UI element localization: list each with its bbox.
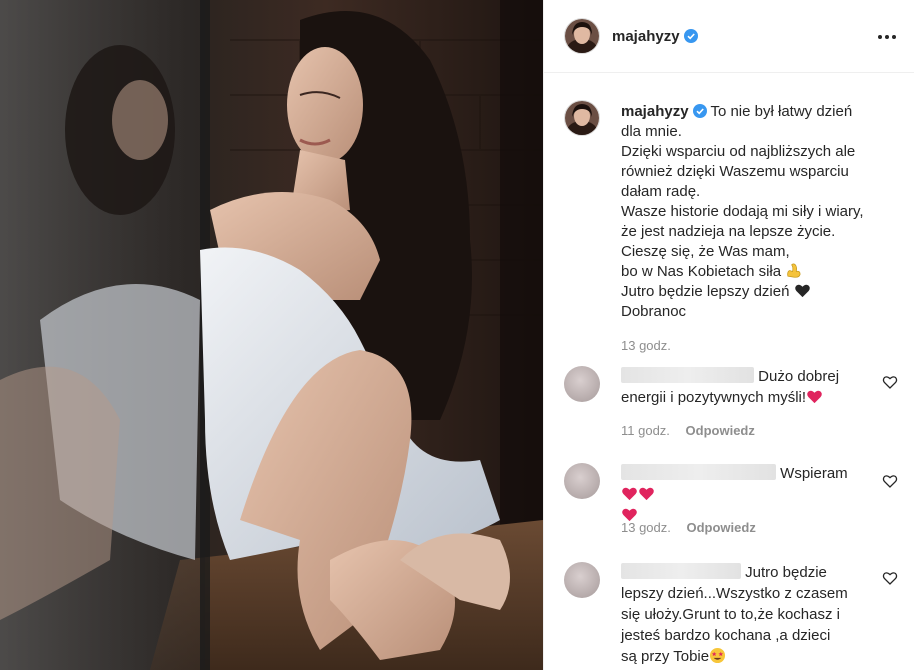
like-heart-icon[interactable] (882, 374, 898, 390)
caption-line: Dobranoc (621, 303, 687, 320)
commenter-avatar[interactable] (564, 366, 600, 402)
commenter-avatar[interactable] (564, 463, 600, 499)
caption-author-avatar[interactable] (564, 100, 600, 136)
author-username[interactable]: majahyzy (612, 28, 698, 45)
caption-line: Cieszę się, że Was mam, (621, 243, 790, 260)
comment-text: Jutro będzie lepszy dzień...Wszystko z c… (621, 563, 848, 665)
like-heart-icon[interactable] (882, 570, 898, 586)
caption-line: bo w Nas Kobietach siła (621, 263, 782, 280)
caption-timestamp[interactable]: 13 godz. (621, 336, 891, 356)
caption-line: To nie był łatwy dzień (710, 103, 853, 120)
comment-timestamp[interactable]: 13 godz. (621, 520, 671, 535)
reply-button[interactable]: Odpowiedz (686, 423, 755, 438)
author-avatar[interactable] (564, 18, 600, 54)
post-photo[interactable] (0, 0, 543, 670)
verified-badge-icon (692, 104, 707, 118)
reply-button[interactable]: Odpowiedz (687, 520, 756, 535)
star-struck-emoji-icon (710, 647, 726, 664)
caption-line: Jutro będzie lepszy dzień (621, 283, 790, 300)
woman-by-window-photo (0, 0, 543, 670)
caption-line: Wasze historie dodają mi siły i wiary, (621, 203, 864, 220)
comment-timestamp[interactable]: 11 godz. (621, 423, 670, 438)
verified-badge-icon (683, 28, 698, 43)
red-heart-emoji-icon (807, 390, 822, 404)
more-horizontal-icon[interactable] (874, 24, 900, 50)
blurred-username[interactable] (621, 464, 776, 480)
comment-meta: 11 godz. Odpowiedz (621, 423, 755, 438)
comment-text: Wspieram (621, 463, 865, 526)
flexed-biceps-emoji-icon (787, 263, 801, 278)
red-heart-emoji-icon (622, 487, 637, 501)
caption-line: dla mnie. (621, 123, 682, 140)
red-heart-emoji-icon (639, 487, 654, 501)
caption-line: również dzięki Waszemu wsparciu (621, 163, 849, 180)
comment-text: Dużo dobrej energii i pozytywnych myśli! (621, 367, 840, 406)
blurred-username[interactable] (621, 367, 754, 383)
post-header: majahyzy (544, 0, 914, 73)
post-sidebar: majahyzy majahyzy To nie był łatwy dzień… (543, 0, 914, 670)
caption-username[interactable]: majahyzy (621, 103, 689, 120)
caption-line: Dzięki wsparciu od najbliższych ale (621, 143, 856, 160)
blurred-username[interactable] (621, 563, 741, 579)
commenter-avatar[interactable] (564, 562, 600, 598)
caption-line: dałam radę. (621, 183, 701, 200)
caption-line: że jest nadzieja na lepsze życie. (621, 223, 836, 240)
like-heart-icon[interactable] (882, 473, 898, 489)
black-heart-emoji-icon (794, 284, 810, 298)
comment-meta: 13 godz. Odpowiedz (621, 520, 756, 535)
caption-text: majahyzy To nie był łatwy dzień dla mnie… (621, 102, 891, 356)
